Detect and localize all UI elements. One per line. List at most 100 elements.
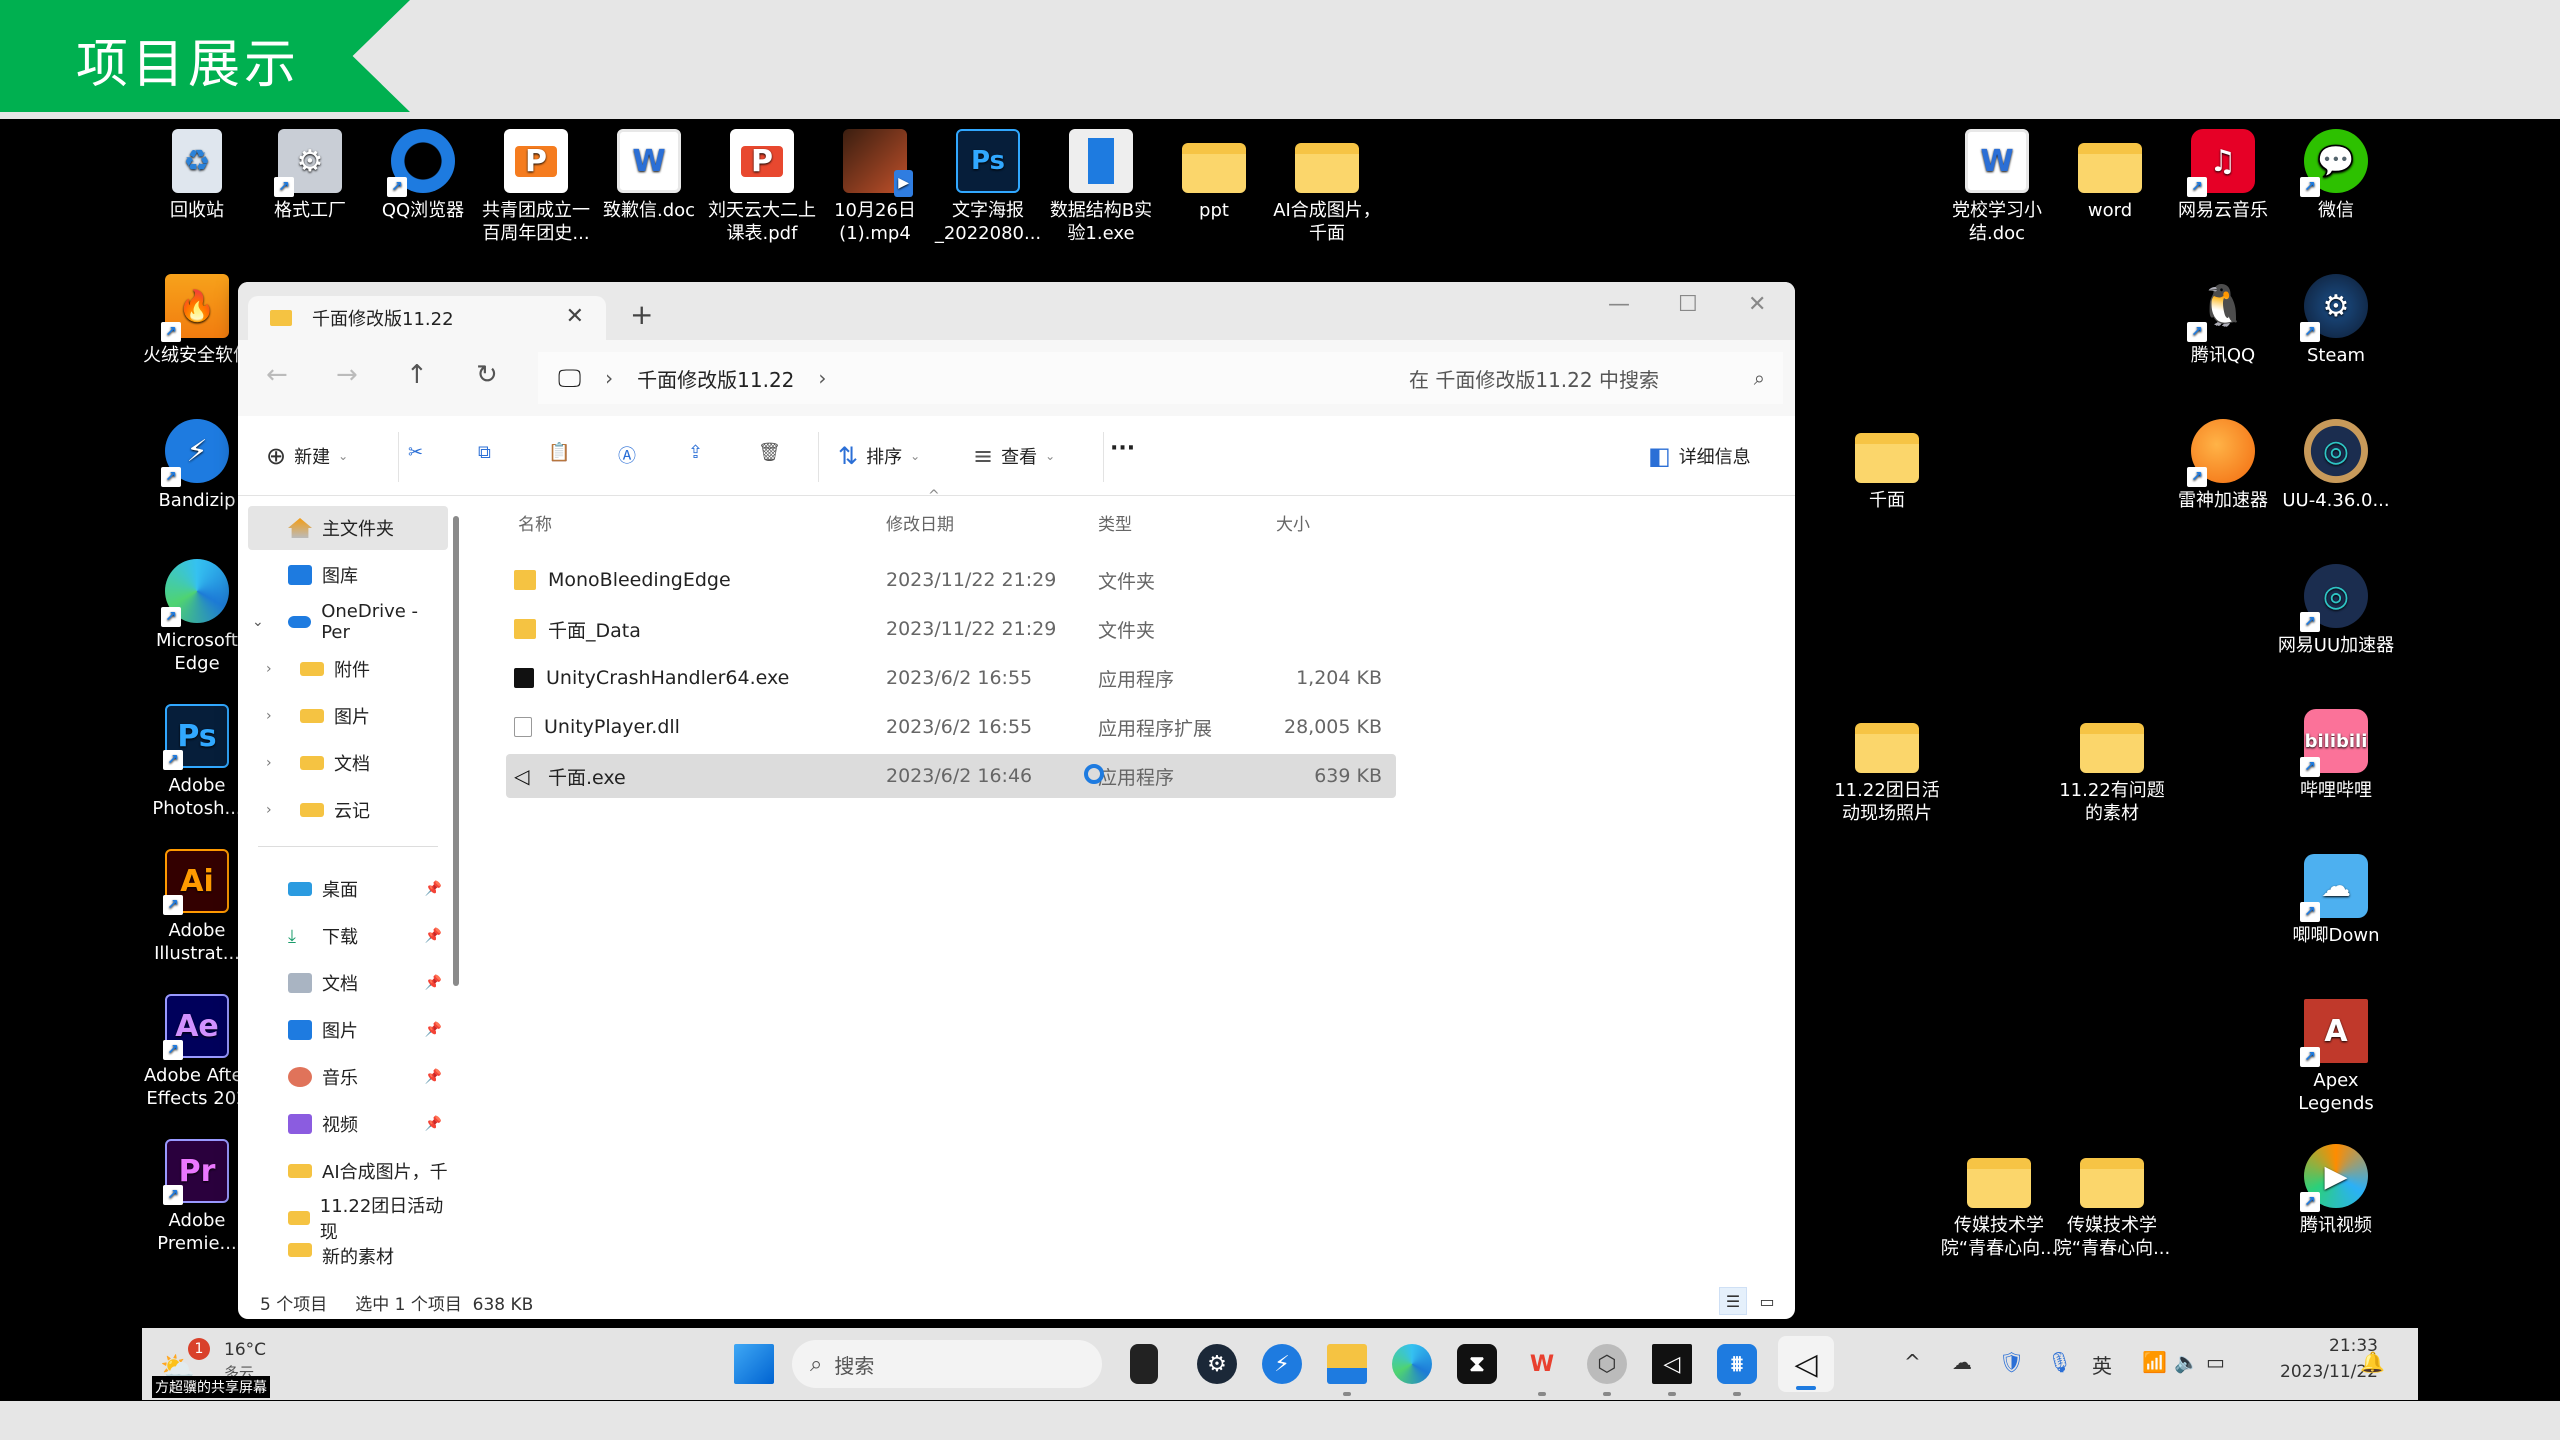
copy-icon[interactable]: ⧉ — [478, 442, 491, 463]
notification-bell-icon[interactable]: 🔔 — [2360, 1350, 2385, 1374]
sidebar-item-documents[interactable]: 文档 📌 — [248, 961, 448, 1005]
sidebar-item-desktop[interactable]: 桌面 📌 — [248, 867, 448, 911]
minimize-button[interactable]: — — [1608, 292, 1630, 317]
desktop-icon-league-history[interactable]: P 共青团成立一百周年团史... — [476, 129, 596, 245]
desktop-icon-ai-images-folder[interactable]: AI合成图片，千面 — [1267, 129, 1387, 245]
battery-icon[interactable]: ▭ — [2206, 1350, 2225, 1374]
desktop-icon-bilibili[interactable]: bilibili ↗ 哔哩哔哩 — [2276, 709, 2396, 802]
desktop-icon-problem-materials-folder[interactable]: 11.22有问题的素材 — [2052, 709, 2172, 825]
sidebar-item-ai-images[interactable]: AI合成图片，千 — [248, 1149, 448, 1193]
microphone-icon[interactable]: 🎙 — [2047, 1350, 2072, 1374]
refresh-button[interactable]: ↻ — [476, 360, 498, 390]
pin-icon[interactable]: 📌 — [425, 928, 442, 944]
up-button[interactable]: ↑ — [406, 360, 428, 390]
start-button[interactable] — [734, 1344, 774, 1384]
file-row[interactable]: MonoBleedingEdge 2023/11/22 21:29 文件夹 — [506, 558, 1396, 602]
desktop-icon-netease-music[interactable]: ♫ ↗ 网易云音乐 — [2163, 129, 2283, 222]
steam-taskbar-icon[interactable]: ⚙ — [1197, 1344, 1237, 1384]
new-tab-button[interactable]: + — [630, 298, 653, 331]
desktop-icon-steam[interactable]: ⚙ ↗ Steam — [2276, 274, 2396, 367]
back-button[interactable]: ← — [266, 360, 288, 390]
desktop-icon-data-structure-exe[interactable]: 数据结构B实验1.exe — [1041, 129, 1161, 245]
desktop-icon-word-folder[interactable]: word — [2050, 129, 2170, 222]
weather-widget[interactable]: ⛅ 1 16°C 多云 方超骥的共享屏幕 — [150, 1336, 290, 1398]
desktop-icon-apology-doc[interactable]: W 致歉信.doc — [589, 129, 709, 222]
sidebar-item-onedrive-documents[interactable]: › 文档 — [248, 741, 448, 785]
view-button[interactable]: ≡ 查看 ⌄ — [973, 442, 1055, 470]
unity-editor-taskbar-icon[interactable]: ◁ — [1652, 1344, 1692, 1396]
details-view-button[interactable]: ☰ — [1719, 1287, 1747, 1315]
unity-hub-taskbar-icon[interactable]: ⬡ — [1587, 1344, 1627, 1396]
pin-icon[interactable]: 📌 — [425, 1116, 442, 1132]
forward-button[interactable]: → — [336, 360, 358, 390]
chevron-right-icon[interactable]: › — [266, 661, 272, 677]
search-input[interactable]: 在 千面修改版11.22 中搜索 ⌕ — [1393, 352, 1783, 404]
sidebar-item-pictures[interactable]: 图片 📌 — [248, 1008, 448, 1052]
desktop-icon-party-school-doc[interactable]: W 党校学习小结.doc — [1937, 129, 2057, 245]
breadcrumb-chevron-icon[interactable]: › — [818, 366, 826, 390]
desktop-icon-psd-poster[interactable]: Ps 文字海报_2022080... — [928, 129, 1048, 245]
breadcrumb-current[interactable]: 千面修改版11.22 — [637, 364, 794, 393]
desktop-icon-media-college-folder-1[interactable]: 传媒技术学院“青春心向... — [1939, 1144, 2059, 1260]
sort-button[interactable]: ⇅ 排序 ⌄ — [838, 442, 920, 470]
capcut-taskbar-icon[interactable]: ⧗ — [1457, 1344, 1497, 1384]
show-hidden-icons-button[interactable]: ^ — [1904, 1350, 1921, 1374]
close-tab-icon[interactable]: ✕ — [566, 304, 584, 329]
paste-icon[interactable]: 📋 — [548, 442, 570, 463]
column-header-name[interactable]: 名称 — [518, 510, 552, 535]
chevron-down-icon[interactable]: ⌄ — [252, 614, 264, 630]
desktop-icon-leishen[interactable]: ↗ 雷神加速器 — [2163, 419, 2283, 512]
pin-icon[interactable]: 📌 — [425, 975, 442, 991]
desktop-icon-qq-browser[interactable]: ↗ QQ浏览器 — [363, 129, 483, 222]
security-tray-icon[interactable]: 🛡 — [1999, 1350, 2024, 1374]
sidebar-item-downloads[interactable]: ⤓ 下载 📌 — [248, 914, 448, 958]
sidebar-item-home[interactable]: 主文件夹 — [248, 506, 448, 550]
sidebar-item-attachments[interactable]: › 附件 — [248, 647, 448, 691]
share-icon[interactable]: ⇪ — [688, 442, 703, 463]
pin-icon[interactable]: 📌 — [425, 881, 442, 897]
sidebar-item-music[interactable]: 音乐 📌 — [248, 1055, 448, 1099]
edge-taskbar-icon[interactable] — [1392, 1344, 1432, 1384]
delete-icon[interactable]: 🗑 — [758, 442, 781, 463]
column-header-size[interactable]: 大小 — [1276, 510, 1310, 535]
desktop-icon-media-college-folder-2[interactable]: 传媒技术学院“青春心向... — [2052, 1144, 2172, 1260]
desktop-icon-apex[interactable]: A ↗ Apex Legends — [2276, 999, 2396, 1115]
desktop-icon-recycle-bin[interactable]: ♻ 回收站 — [137, 129, 257, 222]
chevron-right-icon[interactable]: › — [266, 802, 272, 818]
sidebar-item-new-materials[interactable]: 新的素材 — [248, 1243, 448, 1265]
column-header-type[interactable]: 类型 — [1098, 510, 1132, 535]
taskbar-search[interactable]: ⌕ 搜索 — [792, 1340, 1102, 1388]
desktop-icon-wechat[interactable]: 💬 ↗ 微信 — [2276, 129, 2396, 222]
ime-indicator[interactable]: 英 — [2092, 1350, 2112, 1379]
desktop-icon-tencent-video[interactable]: ▶ ↗ 腾讯视频 — [2276, 1144, 2396, 1237]
desktop-icon-schedule-pdf[interactable]: P 刘天云大二上课表.pdf — [702, 129, 822, 245]
tab-qianmian[interactable]: 千面修改版11.22 ✕ — [248, 296, 606, 340]
desktop-icon-video-file[interactable]: ▶ 10月26日(1).mp4 — [815, 129, 935, 245]
wps-taskbar-icon[interactable]: W — [1522, 1344, 1562, 1396]
chevron-right-icon[interactable]: › — [266, 755, 272, 771]
sidebar-item-videos[interactable]: 视频 📌 — [248, 1102, 448, 1146]
rename-icon[interactable]: Ⓐ — [618, 442, 636, 468]
desktop-icon-uu-accelerator[interactable]: ◎ ↗ 网易UU加速器 — [2276, 564, 2396, 657]
pin-icon[interactable]: 📌 — [425, 1069, 442, 1085]
sidebar-item-gallery[interactable]: 图库 — [248, 553, 448, 597]
more-options-button[interactable]: ··· — [1110, 436, 1135, 461]
unity-game-taskbar-icon[interactable]: ◁ — [1778, 1336, 1834, 1392]
desktop-icon-ppt-folder[interactable]: ppt — [1154, 129, 1274, 222]
file-explorer-taskbar-icon[interactable] — [1327, 1344, 1367, 1396]
file-row[interactable]: 千面_Data 2023/11/22 21:29 文件夹 — [506, 607, 1396, 651]
file-row-selected[interactable]: ◁ 千面.exe 2023/6/2 16:46 应用程序 639 KB — [506, 754, 1396, 798]
sidebar-item-onedrive[interactable]: ⌄ OneDrive - Per — [248, 600, 448, 644]
desktop-icon-activity-photos-folder[interactable]: 11.22团日活动现场照片 — [1827, 709, 1947, 825]
desktop-icon-qq[interactable]: 🐧 ↗ 腾讯QQ — [2163, 274, 2283, 367]
file-row[interactable]: UnityCrashHandler64.exe 2023/6/2 16:55 应… — [506, 656, 1396, 700]
desktop-icon-jijidown[interactable]: ☁ ↗ 唧唧Down — [2276, 854, 2396, 947]
tiles-view-button[interactable]: ▭ — [1753, 1287, 1781, 1315]
cut-icon[interactable]: ✂ — [408, 442, 423, 463]
sidebar-scrollbar[interactable] — [453, 516, 459, 986]
task-view-icon[interactable] — [1130, 1344, 1158, 1384]
sidebar-item-onedrive-pictures[interactable]: › 图片 — [248, 694, 448, 738]
bandizip-taskbar-icon[interactable]: ⚡ — [1262, 1344, 1302, 1384]
column-header-date[interactable]: 修改日期 — [886, 510, 954, 535]
wifi-icon[interactable]: 📶 — [2142, 1350, 2167, 1374]
